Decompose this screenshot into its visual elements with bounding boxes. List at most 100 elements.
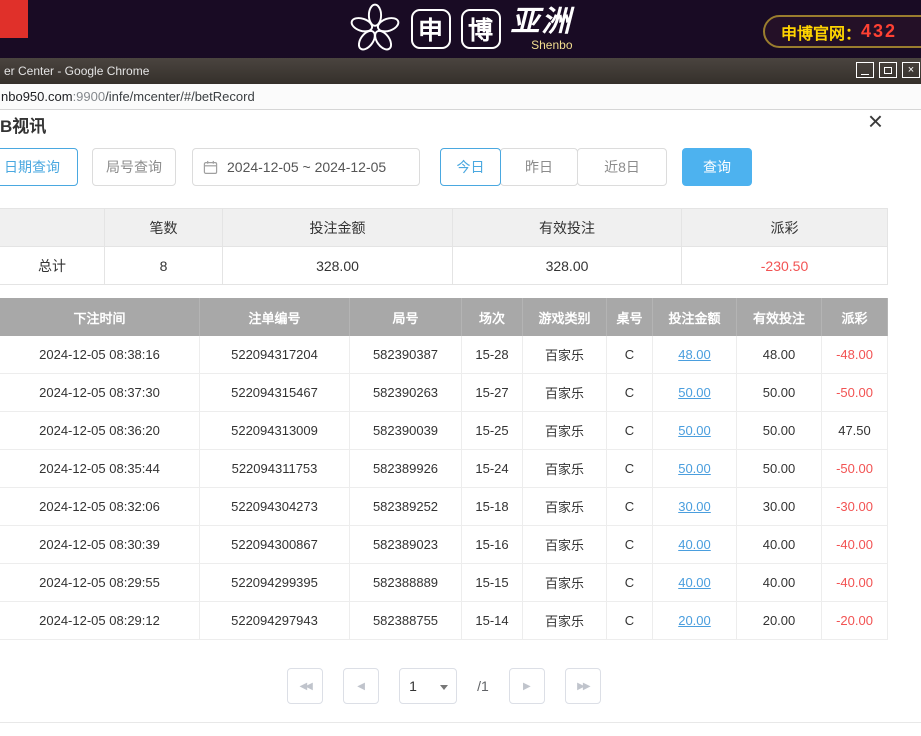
records-header-row: 下注时间注单编号局号场次游戏类别桌号投注金额有效投注派彩 (0, 298, 888, 336)
bet-amount[interactable]: 40.00 (653, 526, 737, 564)
order-id: 522094313009 (200, 412, 350, 450)
maximize-button[interactable] (879, 62, 897, 78)
bet-amount-link[interactable]: 40.00 (678, 537, 711, 552)
valid-bet: 50.00 (737, 450, 822, 488)
url-port: :9900 (73, 89, 106, 104)
bet-amount-link[interactable]: 30.00 (678, 499, 711, 514)
bet-amount[interactable]: 30.00 (653, 488, 737, 526)
calendar-icon (203, 160, 218, 175)
bet-amount-link[interactable]: 48.00 (678, 347, 711, 362)
session: 15-24 (462, 450, 523, 488)
table-no: C (607, 488, 653, 526)
table-row: 2024-12-05 08:35:44522094311753582389926… (0, 450, 888, 488)
screen: 申 博 亚洲 Shenbo 申博官网： 432 er Center - Goog… (0, 0, 921, 736)
window-close-button[interactable]: × (902, 62, 920, 78)
bet-time: 2024-12-05 08:29:12 (0, 602, 200, 640)
brand-banner: 申 博 亚洲 Shenbo 申博官网： 432 (0, 0, 921, 58)
valid-bet: 20.00 (737, 602, 822, 640)
bet-amount-link[interactable]: 20.00 (678, 613, 711, 628)
column-header: 游戏类别 (523, 298, 607, 336)
session: 15-16 (462, 526, 523, 564)
bet-amount[interactable]: 40.00 (653, 564, 737, 602)
bet-time: 2024-12-05 08:29:55 (0, 564, 200, 602)
bet-amount-link[interactable]: 40.00 (678, 575, 711, 590)
round-query-tab[interactable]: 局号查询 (92, 148, 176, 186)
valid-bet: 40.00 (737, 564, 822, 602)
order-id: 522094315467 (200, 374, 350, 412)
bet-time: 2024-12-05 08:32:06 (0, 488, 200, 526)
last-page-button[interactable]: ▶▶ (565, 668, 601, 704)
payout: -50.00 (822, 374, 888, 412)
valid-bet: 40.00 (737, 526, 822, 564)
bet-time: 2024-12-05 08:35:44 (0, 450, 200, 488)
window-controls: × (856, 62, 920, 78)
table-row: 2024-12-05 08:32:06522094304273582389252… (0, 488, 888, 526)
bet-time: 2024-12-05 08:37:30 (0, 374, 200, 412)
page-header: B视讯 × (0, 112, 921, 138)
bet-amount-link[interactable]: 50.00 (678, 385, 711, 400)
summary-header-valid-bet: 有效投注 (453, 209, 682, 247)
bet-amount[interactable]: 20.00 (653, 602, 737, 640)
summary-payout-value: -230.50 (682, 247, 888, 285)
first-page-button[interactable]: ◀◀ (287, 668, 323, 704)
bet-amount-link[interactable]: 50.00 (678, 423, 711, 438)
column-header: 派彩 (822, 298, 888, 336)
order-id: 522094317204 (200, 336, 350, 374)
logo-region-wrap: 亚洲 Shenbo (510, 8, 572, 51)
bet-time: 2024-12-05 08:38:16 (0, 336, 200, 374)
summary-header-row: 笔数 投注金额 有效投注 派彩 (0, 209, 888, 247)
minimize-button[interactable] (856, 62, 874, 78)
session: 15-14 (462, 602, 523, 640)
valid-bet: 48.00 (737, 336, 822, 374)
session: 15-18 (462, 488, 523, 526)
next-page-button[interactable]: ▶ (509, 668, 545, 704)
prev-page-icon: ◀ (357, 681, 365, 692)
bet-amount[interactable]: 50.00 (653, 450, 737, 488)
last-page-icon: ▶▶ (577, 681, 588, 692)
red-corner-badge (0, 0, 28, 38)
brand-logo: 申 博 亚洲 Shenbo (348, 3, 572, 55)
date-range-input[interactable]: 2024-12-05 ~ 2024-12-05 (192, 148, 420, 186)
session: 15-28 (462, 336, 523, 374)
session: 15-15 (462, 564, 523, 602)
today-button[interactable]: 今日 (440, 148, 501, 186)
bet-record-page: B视讯 × 日期查询 局号查询 2024-12-05 ~ 2024-12-05 … (0, 110, 921, 736)
page-select[interactable]: 1 (399, 668, 457, 704)
bet-amount[interactable]: 50.00 (653, 412, 737, 450)
prev-page-button[interactable]: ◀ (343, 668, 379, 704)
game-type: 百家乐 (523, 488, 607, 526)
chevron-down-icon (440, 685, 448, 690)
table-row: 2024-12-05 08:37:30522094315467582390263… (0, 374, 888, 412)
bet-time: 2024-12-05 08:36:20 (0, 412, 200, 450)
search-button[interactable]: 查询 (682, 148, 752, 186)
url-text[interactable]: nbo950.com:9900/infe/mcenter/#/betRecord (1, 89, 255, 104)
bet-amount[interactable]: 50.00 (653, 374, 737, 412)
game-type: 百家乐 (523, 602, 607, 640)
payout: -50.00 (822, 450, 888, 488)
round-id: 582390039 (350, 412, 462, 450)
summary-bet-amount-value: 328.00 (223, 247, 453, 285)
browser-addressbar[interactable]: nbo950.com:9900/infe/mcenter/#/betRecord (0, 84, 921, 110)
round-id: 582389023 (350, 526, 462, 564)
yesterday-button[interactable]: 昨日 (500, 148, 578, 186)
last-8-days-button[interactable]: 近8日 (577, 148, 667, 186)
close-icon[interactable]: × (868, 108, 883, 134)
column-header: 场次 (462, 298, 523, 336)
date-query-tab[interactable]: 日期查询 (0, 148, 78, 186)
pagination: ◀◀ ◀ 1 /1 ▶ ▶▶ (0, 668, 888, 704)
next-page-icon: ▶ (523, 681, 531, 692)
column-header: 注单编号 (200, 298, 350, 336)
summary-valid-bet-value: 328.00 (453, 247, 682, 285)
order-id: 522094311753 (200, 450, 350, 488)
order-id: 522094297943 (200, 602, 350, 640)
round-id: 582390263 (350, 374, 462, 412)
bet-amount[interactable]: 48.00 (653, 336, 737, 374)
bet-amount-link[interactable]: 50.00 (678, 461, 711, 476)
summary-header-bet-amount: 投注金额 (223, 209, 453, 247)
summary-count-value: 8 (105, 247, 223, 285)
column-header: 局号 (350, 298, 462, 336)
summary-total-label: 总计 (0, 247, 105, 285)
summary-header-blank (0, 209, 105, 247)
valid-bet: 50.00 (737, 374, 822, 412)
game-type: 百家乐 (523, 374, 607, 412)
